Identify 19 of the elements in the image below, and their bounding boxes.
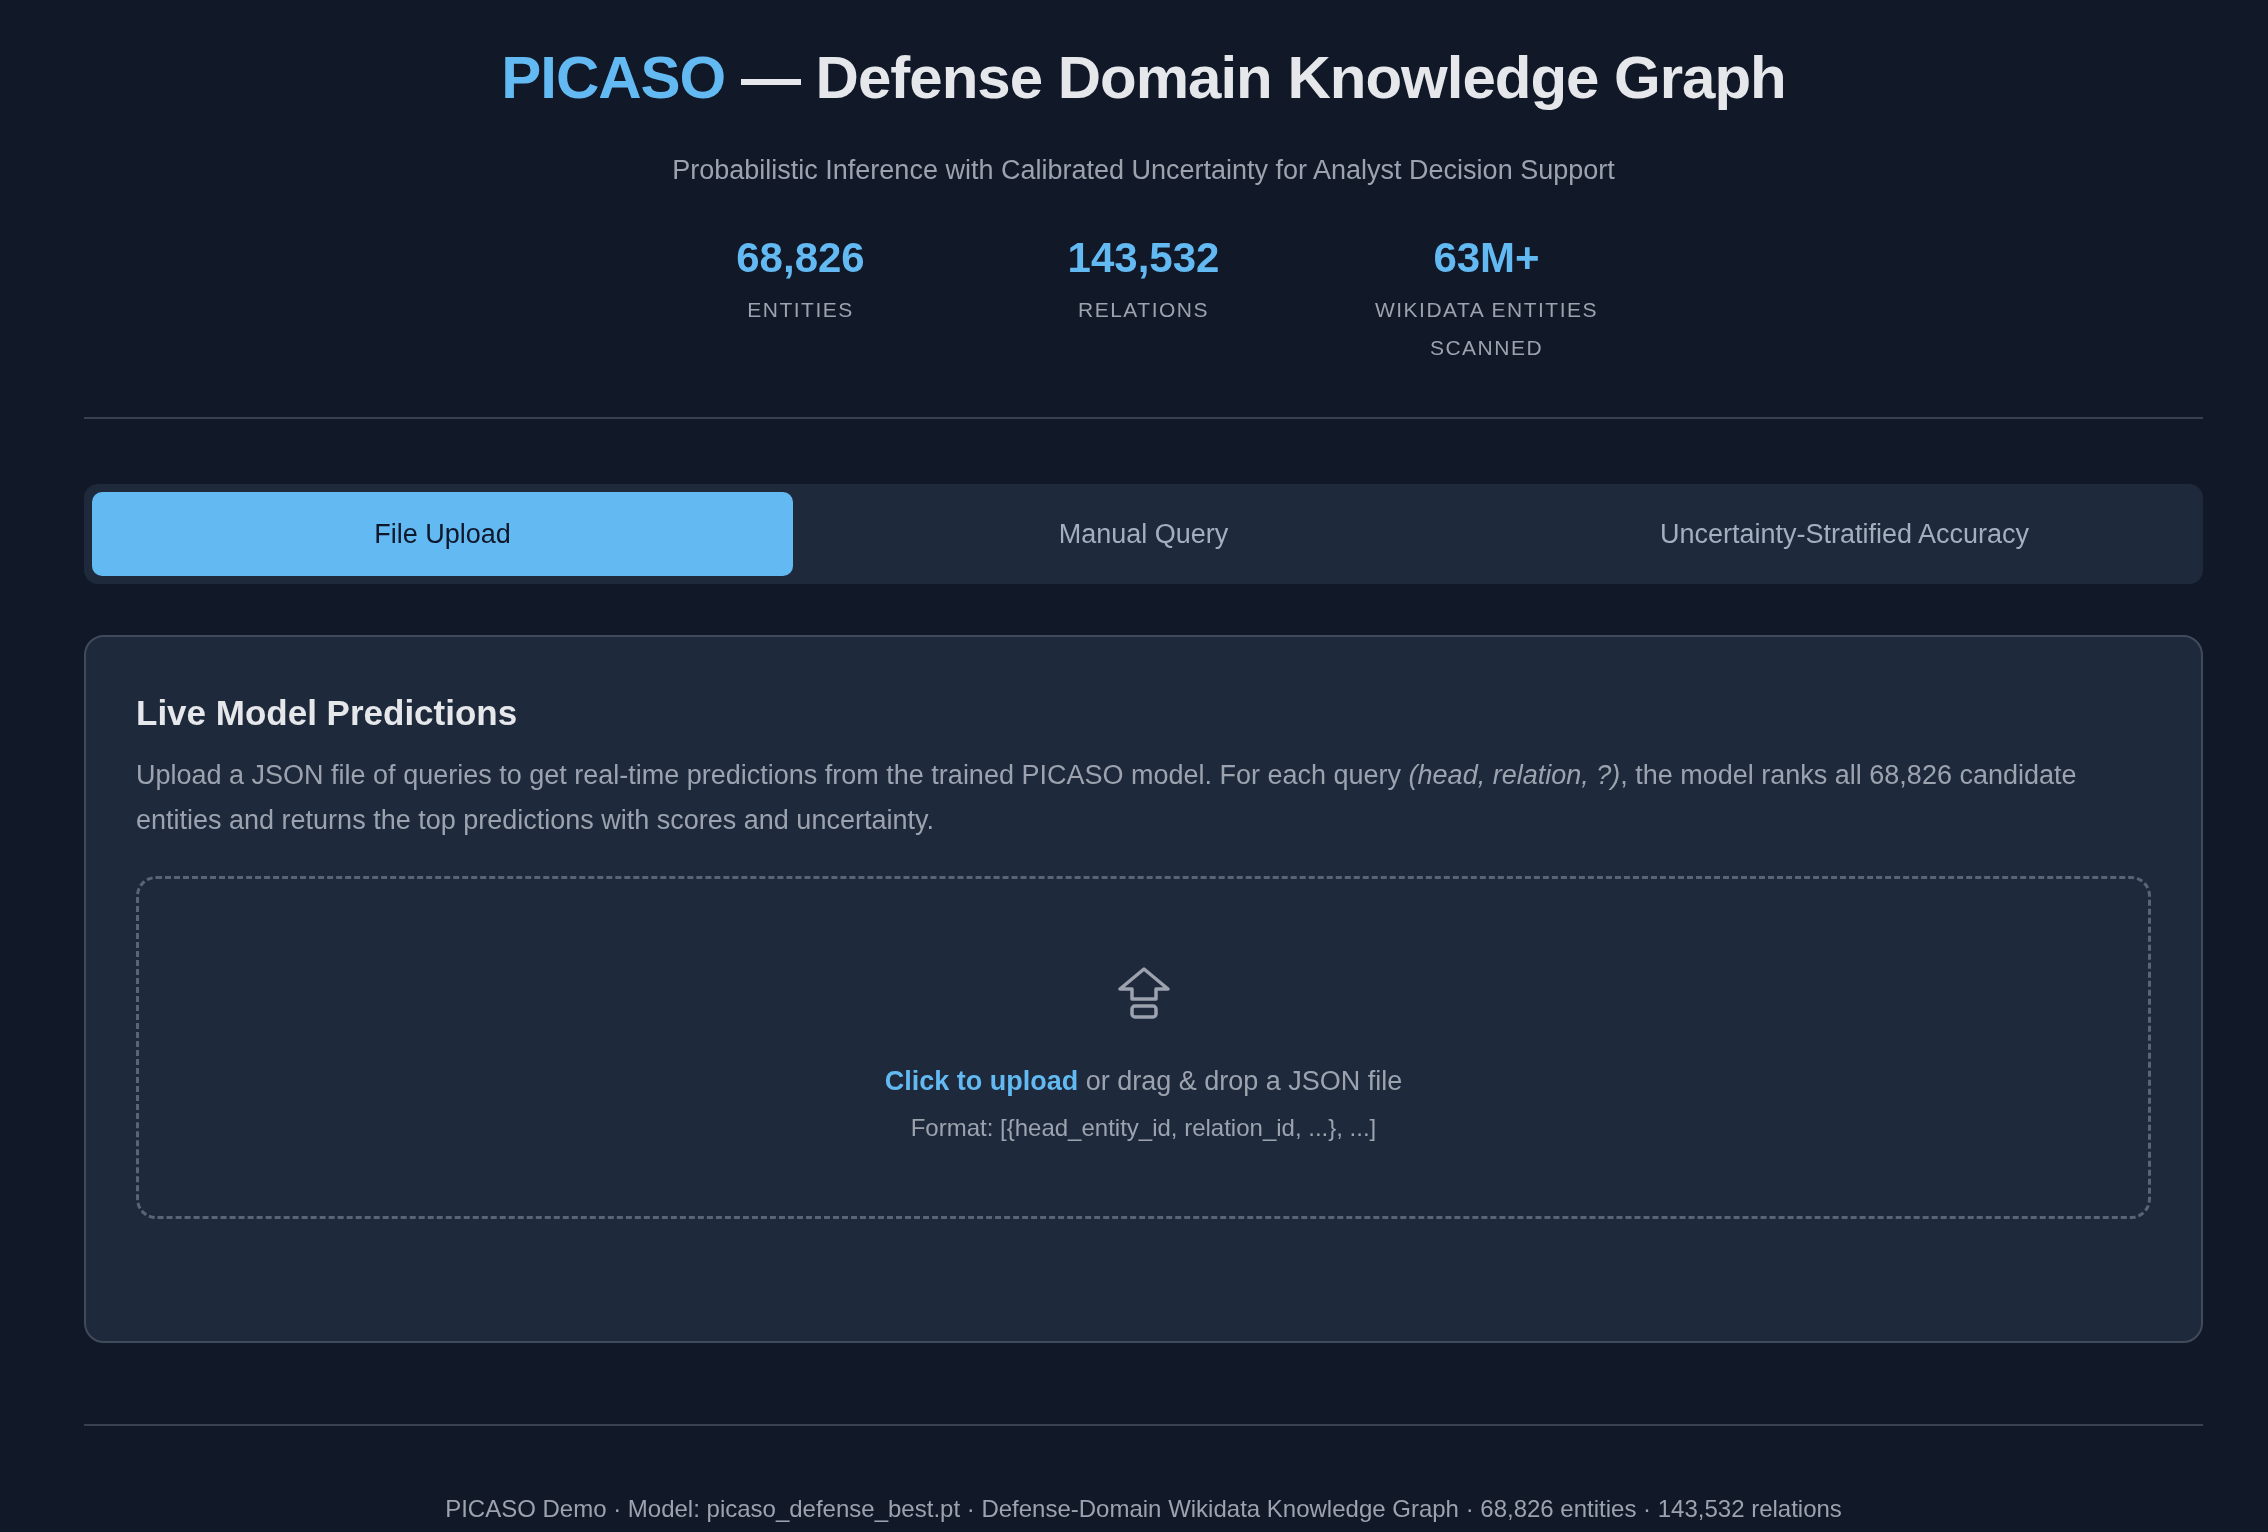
stat-label: RELATIONS — [1078, 297, 1209, 323]
page-title: PICASO — Defense Domain Knowledge Graph — [501, 43, 1786, 113]
stat-value: 68,826 — [736, 234, 865, 282]
card-description: Upload a JSON file of queries to get real-time predictions from the trained PICASO model. For each query (head, relation, ?), the model ranks all 68,826 candidate entities and returns the top predictions with scores and uncertainty. — [136, 759, 2078, 837]
stat-value: 63M+ — [1433, 234, 1540, 282]
upload-instruction: Click to upload or drag & drop a JSON file — [884, 1065, 1403, 1098]
tab[interactable]: Uncertainty-Stratified Accuracy — [1494, 492, 2195, 576]
upload-dropzone[interactable]: Click to upload or drag & drop a JSON file Format: [{head_entity_id, relation_id, ...}, ...] — [136, 876, 2151, 1219]
tab[interactable]: File Upload — [92, 492, 793, 576]
card-title: Live Model Predictions — [136, 692, 519, 734]
stat-label: WIKIDATA ENTITIES SCANNED — [1373, 297, 1600, 361]
stat-label: ENTITIES — [747, 297, 854, 323]
stat-value: 143,532 — [1067, 234, 1220, 282]
upload-arrow-icon — [1115, 965, 1172, 1021]
page-subtitle: Probabilistic Inference with Calibrated Uncertainty for Analyst Decision Support — [672, 154, 1615, 187]
upload-format-hint: Format: [{head_entity_id, relation_id, ...}, ...] — [910, 1113, 1377, 1143]
footer-text: PICASO Demo · Model: picaso_defense_best.pt · Defense-Domain Wikidata Knowledge Graph · 68,826 entities · 143,532 relations — [445, 1494, 1842, 1524]
tab[interactable]: Manual Query — [793, 492, 1494, 576]
upload-link[interactable]: Click to upload — [884, 1066, 1079, 1096]
